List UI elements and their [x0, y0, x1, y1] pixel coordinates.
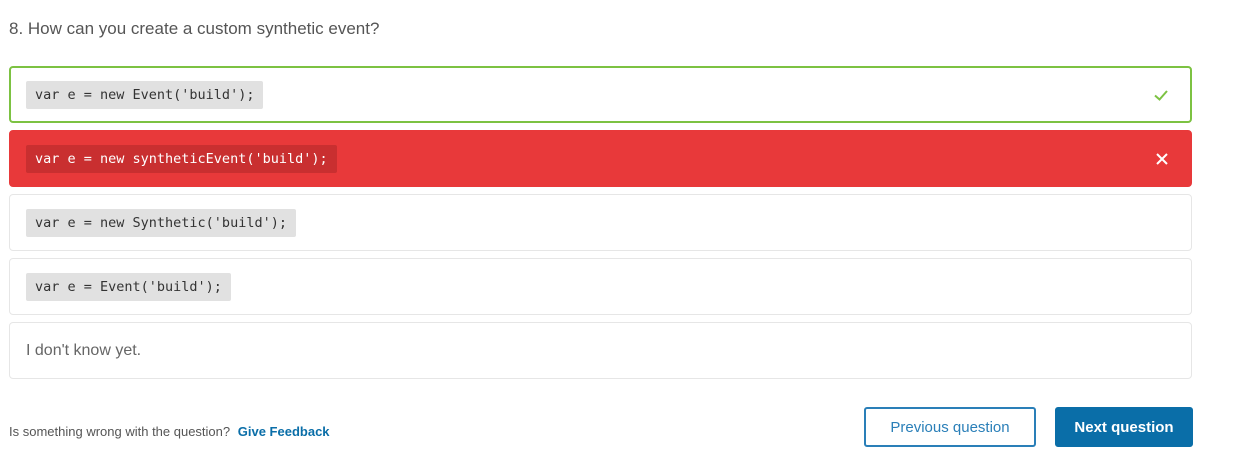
answer-option-5[interactable]: I don't know yet. [9, 322, 1192, 379]
give-feedback-link[interactable]: Give Feedback [238, 424, 330, 439]
answer-option-2[interactable]: var e = new syntheticEvent('build'); [9, 130, 1192, 187]
question-text: 8. How can you create a custom synthetic… [9, 19, 380, 38]
previous-question-button[interactable]: Previous question [864, 407, 1036, 447]
answer-code: var e = new Synthetic('build'); [26, 208, 296, 237]
answer-option-1[interactable]: var e = new Event('build'); [9, 66, 1192, 123]
answer-code: var e = Event('build'); [26, 272, 231, 301]
answer-option-3[interactable]: var e = new Synthetic('build'); [9, 194, 1192, 251]
answer-text: I don't know yet. [26, 341, 142, 359]
close-icon [1156, 152, 1168, 165]
answer-code: var e = new Event('build'); [26, 80, 264, 109]
answer-code: var e = new syntheticEvent('build'); [26, 144, 337, 173]
feedback-line: Is something wrong with the question? Gi… [9, 424, 330, 439]
next-question-button[interactable]: Next question [1055, 407, 1193, 447]
feedback-prompt: Is something wrong with the question? [9, 424, 231, 439]
check-icon [1154, 89, 1168, 101]
answer-option-4[interactable]: var e = Event('build'); [9, 258, 1192, 315]
